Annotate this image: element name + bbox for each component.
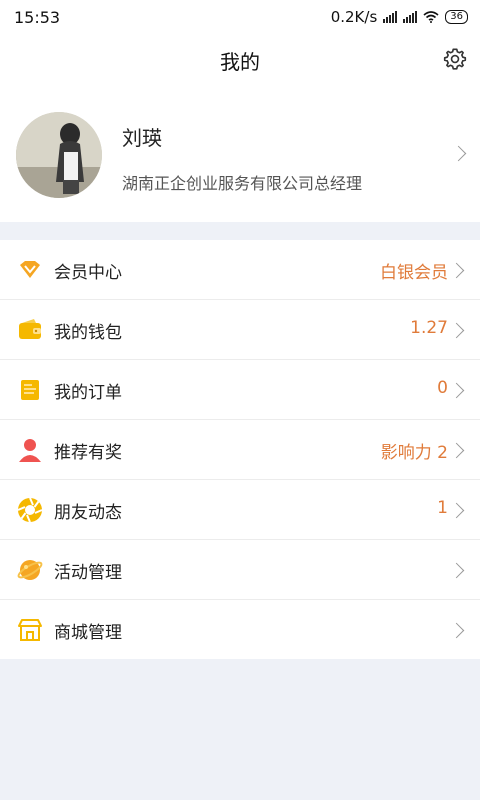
avatar-image bbox=[16, 112, 102, 198]
chevron-right-icon bbox=[448, 322, 465, 339]
status-time: 15:53 bbox=[14, 8, 61, 27]
menu-value: 影响力 2 bbox=[380, 443, 448, 463]
menu-label: 活动管理 bbox=[54, 563, 122, 583]
menu-label: 我的订单 bbox=[54, 383, 122, 403]
menu-label: 会员中心 bbox=[54, 263, 122, 283]
order-icon bbox=[21, 380, 39, 400]
menu-value: 白银会员 bbox=[380, 263, 448, 283]
wifi-icon bbox=[423, 11, 439, 23]
menu-item-referral[interactable]: 推荐有奖 影响力 2 bbox=[0, 420, 480, 480]
menu-value: 1 bbox=[437, 498, 448, 518]
menu-item-store-management[interactable]: 商城管理 bbox=[0, 600, 480, 659]
avatar[interactable] bbox=[16, 112, 102, 198]
store-icon bbox=[18, 619, 42, 641]
menu-label: 推荐有奖 bbox=[54, 443, 122, 463]
status-bar: 15:53 0.2K/s 36 bbox=[0, 0, 480, 34]
header: 我的 bbox=[0, 34, 480, 86]
network-speed: 0.2K/s bbox=[330, 8, 378, 26]
wallet-icon bbox=[19, 319, 41, 339]
chevron-right-icon bbox=[448, 262, 465, 279]
chevron-right-icon bbox=[448, 382, 465, 399]
menu-label: 我的钱包 bbox=[54, 323, 122, 343]
person-icon bbox=[19, 439, 41, 462]
menu-item-friends-feed[interactable]: 朋友动态 1 bbox=[0, 480, 480, 540]
page-title: 我的 bbox=[220, 50, 260, 74]
menu-label: 朋友动态 bbox=[54, 503, 122, 523]
menu-item-member-center[interactable]: 会员中心 白银会员 bbox=[0, 240, 480, 300]
status-right: 0.2K/s 36 bbox=[331, 8, 468, 26]
aperture-icon bbox=[17, 497, 43, 523]
chevron-right-icon bbox=[448, 622, 465, 639]
battery-indicator: 36 bbox=[445, 10, 468, 24]
profile-name: 刘瑛 bbox=[122, 126, 162, 150]
signal-icon bbox=[403, 11, 418, 23]
gear-icon[interactable] bbox=[442, 46, 468, 72]
chevron-right-icon bbox=[450, 145, 467, 162]
planet-icon bbox=[17, 560, 43, 580]
chevron-right-icon bbox=[448, 442, 465, 459]
diamond-icon bbox=[20, 261, 40, 278]
menu-item-orders[interactable]: 我的订单 0 bbox=[0, 360, 480, 420]
signal-icon bbox=[383, 11, 398, 23]
menu-label: 商城管理 bbox=[54, 623, 122, 643]
menu-value: 0 bbox=[437, 378, 448, 398]
menu-list: 会员中心 白银会员 我的钱包 1.27 我的订单 0 推荐有奖 影响力 2 朋友… bbox=[0, 240, 480, 659]
chevron-right-icon bbox=[448, 502, 465, 519]
menu-item-wallet[interactable]: 我的钱包 1.27 bbox=[0, 300, 480, 360]
menu-value: 1.27 bbox=[410, 318, 448, 338]
chevron-right-icon bbox=[448, 562, 465, 579]
profile-card[interactable]: 刘瑛 湖南正企创业服务有限公司总经理 bbox=[0, 86, 480, 222]
profile-company: 湖南正企创业服务有限公司总经理 bbox=[122, 174, 363, 193]
menu-item-activity-management[interactable]: 活动管理 bbox=[0, 540, 480, 600]
